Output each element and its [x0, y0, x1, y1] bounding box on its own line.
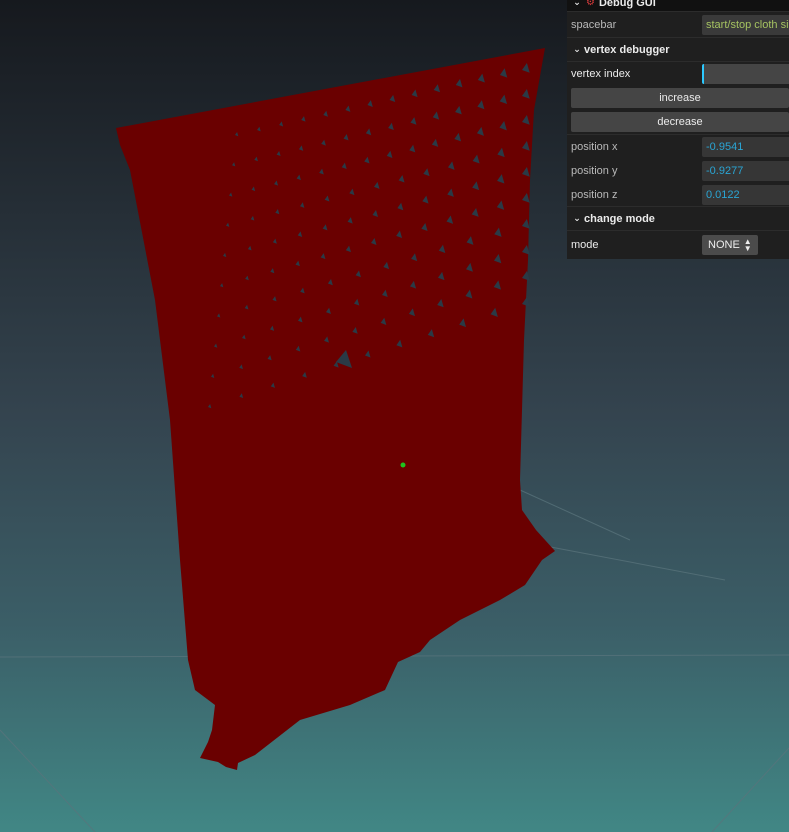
mode-row: mode NONE ▲ ▼ — [567, 231, 789, 259]
position-z-label: position z — [571, 188, 618, 201]
vertex-marker — [400, 462, 406, 468]
spacebar-value[interactable]: start/stop cloth sim — [702, 14, 789, 35]
mode-label: mode — [571, 239, 599, 251]
gui-title: Debug GUI — [598, 0, 656, 9]
folder-title: vertex debugger — [584, 43, 670, 56]
decrease-row: decrease — [567, 110, 789, 135]
updown-arrows-icon: ▲ ▼ — [743, 237, 752, 253]
position-z-row: position z 0.0122 — [567, 183, 789, 207]
folder-vertex-debugger[interactable]: ⌄ vertex debugger — [567, 38, 789, 62]
gui-title-bar[interactable]: ⌄ ⚙ Debug GUI — [567, 0, 789, 12]
spacebar-row: spacebar start/stop cloth sim — [567, 12, 789, 38]
increase-row: increase — [567, 86, 789, 110]
vertex-index-label: vertex index — [571, 68, 631, 80]
increase-button[interactable]: increase — [571, 88, 789, 108]
position-x-label: position x — [571, 141, 618, 153]
position-y-label: position y — [571, 165, 618, 177]
vertex-index-input[interactable] — [702, 64, 789, 84]
mode-select[interactable]: NONE ▲ ▼ — [702, 235, 758, 255]
chevron-down-icon: ⌄ — [573, 0, 581, 7]
spacebar-label: spacebar — [571, 18, 617, 31]
chevron-down-icon: ⌄ — [573, 44, 581, 54]
position-z-value[interactable]: 0.0122 — [702, 184, 789, 205]
folder-title: change mode — [584, 212, 655, 225]
position-y-row: position y -0.9277 — [567, 159, 789, 183]
bug-icon: ⚙ — [586, 0, 595, 8]
mode-select-value: NONE — [708, 239, 740, 251]
cloth-mesh — [116, 48, 555, 770]
folder-change-mode[interactable]: ⌄ change mode — [567, 207, 789, 231]
debug-gui-panel: ⌄ ⚙ Debug GUI spacebar start/stop cloth … — [567, 0, 789, 259]
position-x-value[interactable]: -0.9541 — [702, 137, 789, 157]
position-x-row: position x -0.9541 — [567, 135, 789, 159]
decrease-button[interactable]: decrease — [571, 112, 789, 132]
position-y-value[interactable]: -0.9277 — [702, 161, 789, 181]
chevron-down-icon: ⌄ — [573, 213, 581, 223]
vertex-index-row: vertex index — [567, 62, 789, 86]
